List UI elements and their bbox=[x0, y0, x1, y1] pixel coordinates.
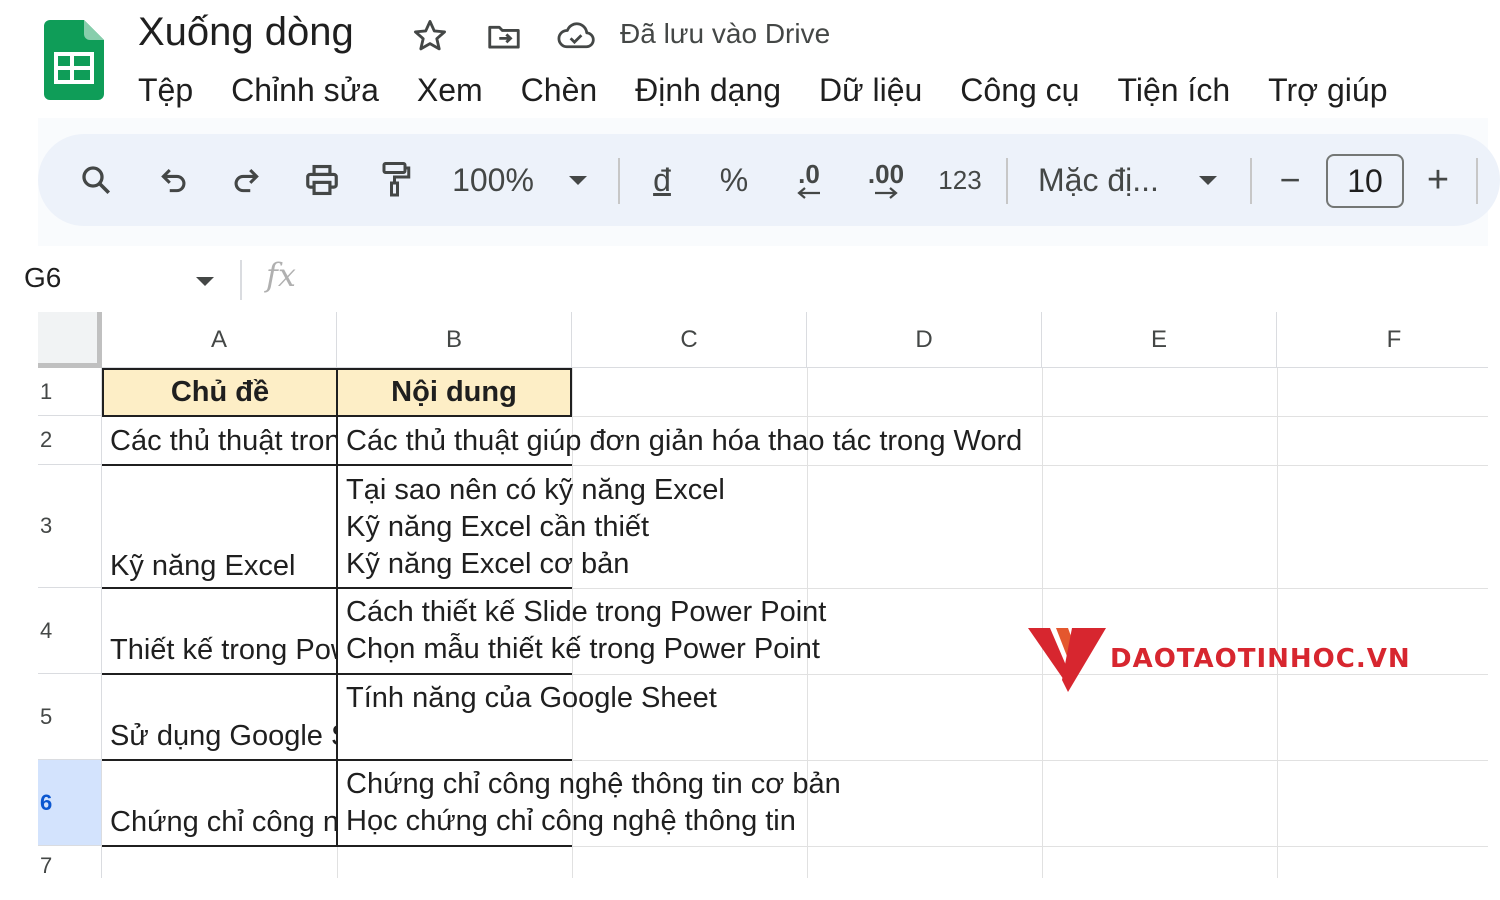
arrow-right-icon bbox=[875, 187, 898, 199]
decrease-font-size-button[interactable]: − bbox=[1270, 134, 1310, 226]
move-to-folder-icon[interactable] bbox=[484, 16, 524, 56]
cell-a5[interactable]: Sử dụng Google Sheet bbox=[102, 718, 336, 758]
font-size-input[interactable]: 10 bbox=[1326, 154, 1404, 208]
toolbar-area: 100% đ % .0 .00 123 Mặc đị... − 10 + bbox=[38, 118, 1500, 246]
menu-tools[interactable]: Công cụ bbox=[960, 68, 1079, 112]
row-header-5[interactable]: 5 bbox=[38, 674, 102, 760]
formula-bar: G6 fx bbox=[24, 248, 1488, 312]
menu-extensions[interactable]: Tiện ích bbox=[1117, 68, 1230, 112]
spreadsheet-grid[interactable]: A B C D E F 1 2 3 4 5 6 7 Chủ đề Nội dun… bbox=[38, 312, 1488, 878]
zoom-select[interactable]: 100% bbox=[448, 134, 538, 226]
toolbar-separator bbox=[1476, 158, 1478, 204]
watermark-logo: DAOTAOTINHOC.VN bbox=[1028, 624, 1411, 694]
font-family-value: Mặc đị... bbox=[1038, 161, 1159, 198]
increase-font-size-button[interactable]: + bbox=[1418, 134, 1458, 226]
row-header-2[interactable]: 2 bbox=[38, 416, 102, 465]
cell-b5[interactable]: Tính năng của Google Sheet bbox=[338, 680, 717, 717]
undo-icon[interactable] bbox=[150, 134, 198, 226]
menu-data[interactable]: Dữ liệu bbox=[819, 68, 922, 112]
redo-icon[interactable] bbox=[222, 134, 270, 226]
column-header-b[interactable]: B bbox=[337, 312, 572, 368]
row-header-6[interactable]: 6 bbox=[38, 760, 102, 846]
menu-format[interactable]: Định dạng bbox=[635, 68, 781, 112]
cell-b6[interactable]: Chứng chỉ công nghệ thông tin cơ bản Học… bbox=[338, 766, 841, 840]
google-sheets-logo-icon[interactable] bbox=[44, 20, 104, 100]
cell-a6[interactable]: Chứng chỉ công nghệ thông tin bbox=[102, 804, 336, 844]
cell-b1[interactable]: Nội dung bbox=[336, 368, 572, 417]
cell-a3[interactable]: Kỹ năng Excel bbox=[102, 548, 336, 588]
document-title[interactable]: Xuống dòng bbox=[138, 10, 354, 55]
row-header-1[interactable]: 1 bbox=[38, 368, 102, 416]
column-header-a[interactable]: A bbox=[102, 312, 337, 368]
number-format-button[interactable]: 123 bbox=[934, 134, 986, 226]
select-all-corner[interactable] bbox=[38, 312, 102, 368]
row-header-3[interactable]: 3 bbox=[38, 465, 102, 588]
menu-view[interactable]: Xem bbox=[417, 68, 483, 112]
row-header-4[interactable]: 4 bbox=[38, 588, 102, 674]
fx-icon: fx bbox=[266, 256, 296, 294]
watermark-text: DAOTAOTINHOC.VN bbox=[1110, 644, 1411, 674]
cell-b4[interactable]: Cách thiết kế Slide trong Power Point Ch… bbox=[338, 594, 826, 668]
name-box[interactable]: G6 bbox=[24, 262, 61, 294]
column-header-d[interactable]: D bbox=[807, 312, 1042, 368]
cell-a1[interactable]: Chủ đề bbox=[102, 368, 338, 417]
menu-file[interactable]: Tệp bbox=[138, 68, 193, 112]
increase-decimal-button[interactable]: .00 bbox=[860, 134, 912, 226]
toolbar-separator bbox=[1006, 158, 1008, 204]
menu-edit[interactable]: Chỉnh sửa bbox=[231, 68, 379, 112]
toolbar: 100% đ % .0 .00 123 Mặc đị... − 10 + bbox=[38, 134, 1500, 226]
print-icon[interactable] bbox=[298, 134, 346, 226]
zoom-value: 100% bbox=[452, 161, 534, 198]
menu-insert[interactable]: Chèn bbox=[521, 68, 598, 112]
column-header-f[interactable]: F bbox=[1277, 312, 1488, 368]
arrow-left-icon bbox=[797, 187, 820, 199]
currency-format-button[interactable]: đ bbox=[644, 134, 680, 226]
font-dropdown-arrow-icon[interactable] bbox=[1190, 134, 1226, 226]
font-family-select[interactable]: Mặc đị... bbox=[1038, 134, 1178, 226]
cell-a4[interactable]: Thiết kế trong Power Point bbox=[102, 632, 336, 672]
toolbar-separator bbox=[618, 158, 620, 204]
star-icon[interactable] bbox=[410, 16, 450, 56]
gridline bbox=[1042, 368, 1043, 878]
column-header-e[interactable]: E bbox=[1042, 312, 1277, 368]
zoom-dropdown-arrow-icon[interactable] bbox=[560, 134, 596, 226]
save-status[interactable]: Đã lưu vào Drive bbox=[620, 18, 830, 50]
table-border bbox=[336, 416, 338, 847]
daotaotinhoc-logo-icon bbox=[1028, 628, 1106, 692]
cell-b2[interactable]: Các thủ thuật giúp đơn giản hóa thao tác… bbox=[338, 418, 1022, 464]
paint-format-icon[interactable] bbox=[372, 134, 420, 226]
decrease-decimal-button[interactable]: .0 bbox=[784, 134, 834, 226]
formula-bar-separator bbox=[240, 260, 242, 300]
name-box-dropdown-icon[interactable] bbox=[194, 274, 216, 293]
cloud-saved-icon[interactable] bbox=[556, 16, 596, 56]
toolbar-separator bbox=[1250, 158, 1252, 204]
menu-bar: Tệp Chỉnh sửa Xem Chèn Định dạng Dữ liệu… bbox=[138, 68, 1426, 112]
cell-a2[interactable]: Các thủ thuật trong Word bbox=[102, 418, 336, 464]
menu-help[interactable]: Trợ giúp bbox=[1268, 68, 1387, 112]
column-header-c[interactable]: C bbox=[572, 312, 807, 368]
row-header-7[interactable]: 7 bbox=[38, 846, 102, 878]
search-menus-icon[interactable] bbox=[72, 134, 120, 226]
gridline bbox=[1277, 368, 1278, 878]
cell-b3[interactable]: Tại sao nên có kỹ năng Excel Kỹ năng Exc… bbox=[338, 472, 725, 583]
percent-format-button[interactable]: % bbox=[714, 134, 754, 226]
